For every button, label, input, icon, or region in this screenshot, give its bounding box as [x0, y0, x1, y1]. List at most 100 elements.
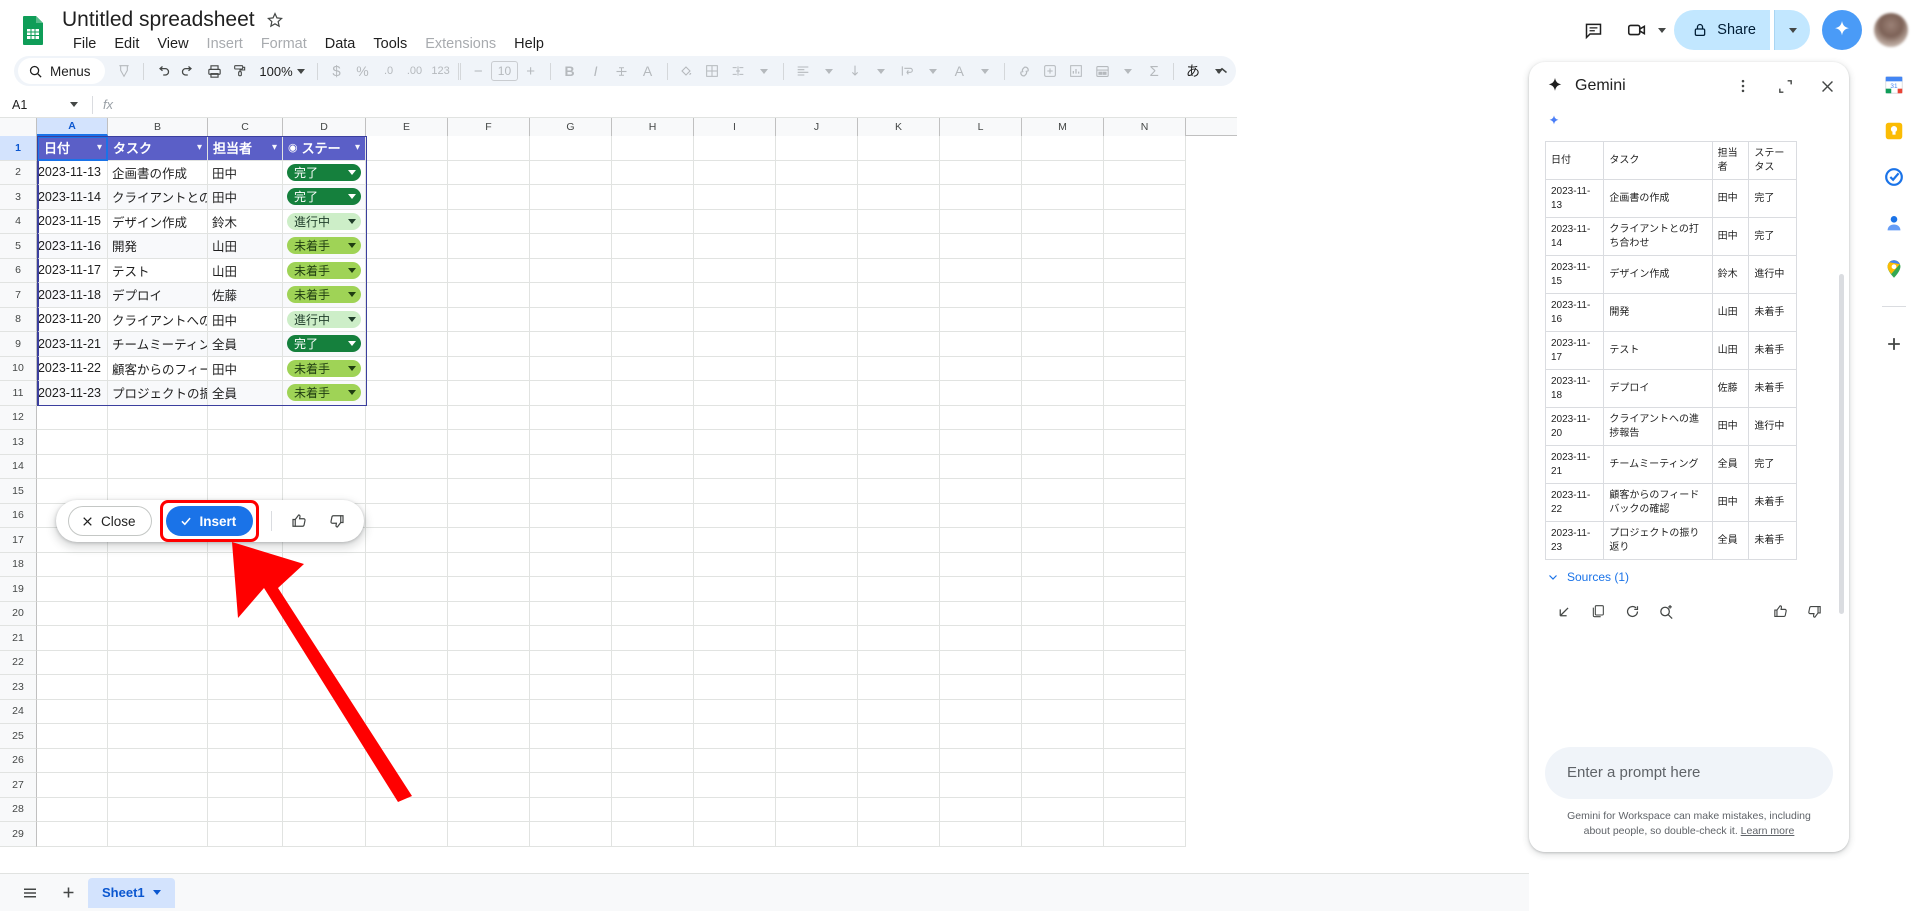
grid-cell[interactable]: [858, 748, 940, 773]
cell-date[interactable]: 2023-11-17: [37, 258, 108, 283]
italic-button[interactable]: I: [583, 58, 609, 84]
more-options-icon[interactable]: [1727, 70, 1759, 102]
text-color-button[interactable]: A: [635, 58, 661, 84]
grid-cell[interactable]: [940, 356, 1022, 381]
grid-cell[interactable]: [694, 552, 776, 577]
grid-cell[interactable]: [108, 626, 208, 651]
row-header-27[interactable]: 27: [0, 773, 37, 798]
increase-font-size-button[interactable]: +: [518, 58, 544, 84]
grid-cell[interactable]: [776, 577, 858, 602]
grid-cell[interactable]: [1022, 332, 1104, 357]
grid-cell[interactable]: [448, 283, 530, 308]
grid-cell[interactable]: [37, 552, 108, 577]
grid-cell[interactable]: [776, 283, 858, 308]
grid-cell[interactable]: [1104, 552, 1186, 577]
grid-cell[interactable]: [530, 307, 612, 332]
grid-cell[interactable]: [366, 356, 448, 381]
grid-cell[interactable]: [448, 748, 530, 773]
grid-cell[interactable]: [612, 332, 694, 357]
grid-cell[interactable]: [108, 797, 208, 822]
grid-cell[interactable]: [694, 209, 776, 234]
grid-cell[interactable]: [448, 675, 530, 700]
menu-format[interactable]: Format: [252, 33, 316, 55]
grid-cell[interactable]: [776, 332, 858, 357]
grid-cell[interactable]: [1022, 797, 1104, 822]
cell-task[interactable]: プロジェクトの振り: [108, 381, 208, 406]
grid-cell[interactable]: [776, 160, 858, 185]
star-icon[interactable]: [265, 10, 285, 30]
menu-edit[interactable]: Edit: [105, 33, 148, 55]
grid-cell[interactable]: [366, 822, 448, 847]
cell-task[interactable]: クライアントとの打: [108, 185, 208, 210]
row-header-18[interactable]: 18: [0, 552, 37, 577]
grid-cell[interactable]: [694, 307, 776, 332]
grid-cell[interactable]: [940, 381, 1022, 406]
grid-cell[interactable]: [366, 258, 448, 283]
row-header-22[interactable]: 22: [0, 650, 37, 675]
grid-cell[interactable]: [448, 699, 530, 724]
grid-cell[interactable]: [1022, 258, 1104, 283]
grid-cell[interactable]: [1022, 405, 1104, 430]
grid-cell[interactable]: [776, 185, 858, 210]
gemini-toggle-button[interactable]: [1822, 10, 1862, 50]
print-icon[interactable]: [201, 58, 227, 84]
learn-more-link[interactable]: Learn more: [1741, 825, 1795, 837]
grid-cell[interactable]: [694, 479, 776, 504]
cell-owner[interactable]: 田中: [208, 307, 283, 332]
grid-cell[interactable]: [283, 675, 366, 700]
menu-help[interactable]: Help: [505, 33, 553, 55]
grid-cell[interactable]: [366, 283, 448, 308]
grid-cell[interactable]: [366, 650, 448, 675]
grid-cell[interactable]: [283, 699, 366, 724]
grid-cell[interactable]: [612, 136, 694, 161]
cell-date[interactable]: 2023-11-16: [37, 234, 108, 259]
grid-cell[interactable]: [694, 650, 776, 675]
grid-cell[interactable]: [612, 209, 694, 234]
grid-cell[interactable]: [612, 234, 694, 259]
grid-cell[interactable]: [858, 185, 940, 210]
grid-cell[interactable]: [1022, 650, 1104, 675]
grid-cell[interactable]: [858, 479, 940, 504]
insert-comment-icon[interactable]: [1037, 58, 1063, 84]
grid-cell[interactable]: [612, 822, 694, 847]
grid-cell[interactable]: [108, 773, 208, 798]
grid-cell[interactable]: [694, 503, 776, 528]
filter-icon[interactable]: [1089, 58, 1115, 84]
grid-cell[interactable]: [366, 699, 448, 724]
grid-cell[interactable]: [108, 577, 208, 602]
grid-cell[interactable]: [858, 356, 940, 381]
row-header-9[interactable]: 9: [0, 332, 37, 357]
grid-cell[interactable]: [1104, 822, 1186, 847]
grid-cell[interactable]: [366, 381, 448, 406]
bold-button[interactable]: B: [557, 58, 583, 84]
grid-cell[interactable]: [776, 307, 858, 332]
grid-cell[interactable]: [208, 797, 283, 822]
decrease-font-size-button[interactable]: −: [465, 58, 491, 84]
grid-cell[interactable]: [530, 650, 612, 675]
grid-cell[interactable]: [1022, 356, 1104, 381]
grid-cell[interactable]: [366, 234, 448, 259]
grid-cell[interactable]: [530, 209, 612, 234]
grid-cell[interactable]: [1104, 503, 1186, 528]
grid-cell[interactable]: [366, 724, 448, 749]
grid-cell[interactable]: [530, 479, 612, 504]
grid-cell[interactable]: [366, 454, 448, 479]
strikethrough-button[interactable]: [609, 58, 635, 84]
column-header-F[interactable]: F: [448, 118, 530, 136]
status-chip[interactable]: 進行中: [287, 310, 361, 328]
grid-cell[interactable]: [940, 724, 1022, 749]
grid-cell[interactable]: [530, 528, 612, 553]
grid-cell[interactable]: [366, 405, 448, 430]
input-tools-icon[interactable]: あ: [1180, 58, 1206, 84]
fill-color-icon[interactable]: [673, 58, 699, 84]
copy-icon[interactable]: [1581, 594, 1615, 628]
grid-cell[interactable]: [448, 601, 530, 626]
grid-cell[interactable]: [366, 209, 448, 234]
grid-cell[interactable]: [694, 822, 776, 847]
grid-cell[interactable]: [612, 675, 694, 700]
add-sheet-button[interactable]: [52, 879, 84, 907]
grid-cell[interactable]: [37, 797, 108, 822]
refine-search-icon[interactable]: [1649, 594, 1683, 628]
cell-owner[interactable]: 佐藤: [208, 283, 283, 308]
grid-cell[interactable]: [612, 258, 694, 283]
